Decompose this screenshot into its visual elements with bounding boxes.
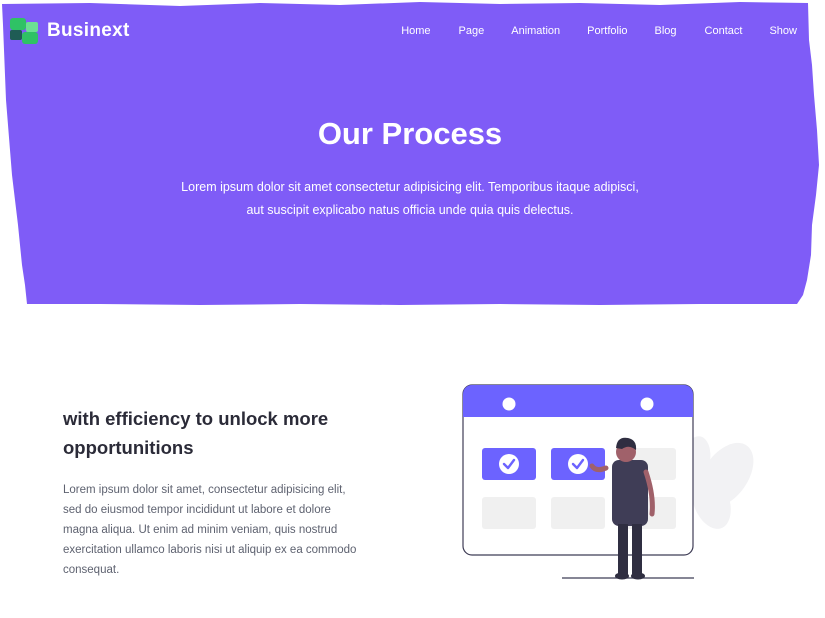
nav-item-page[interactable]: Page [459, 25, 485, 37]
nav-item-animation[interactable]: Animation [511, 25, 560, 37]
calendar-checklist-illustration [462, 384, 754, 580]
main-nav-menu: Home Page Animation Portfolio Blog Conta… [401, 25, 825, 37]
nav-item-show[interactable]: Show [769, 25, 797, 37]
calendar-ring-left [502, 397, 516, 411]
calendar-slot-empty [482, 497, 536, 529]
brand-logo-icon [10, 18, 38, 44]
nav-item-home[interactable]: Home [401, 25, 430, 37]
hero-description: Lorem ipsum dolor sit amet consectetur a… [181, 180, 639, 217]
calendar-header [463, 385, 693, 417]
calendar-ring-right [640, 397, 654, 411]
brand-name: Businext [47, 20, 130, 41]
calendar-slot-empty [551, 497, 605, 529]
nav-item-contact[interactable]: Contact [705, 25, 743, 37]
hero-title: Our Process [317, 116, 503, 151]
brand-logo[interactable]: Businext [10, 18, 130, 44]
nav-item-blog[interactable]: Blog [655, 25, 677, 37]
section-heading: with efficiency to unlock more opportuni… [63, 408, 329, 458]
section-description: Lorem ipsum dolor sit amet, consectetur … [63, 484, 357, 576]
navbar: Businext Home Page Animation Portfolio B… [0, 0, 825, 62]
nav-item-portfolio[interactable]: Portfolio [587, 25, 627, 37]
